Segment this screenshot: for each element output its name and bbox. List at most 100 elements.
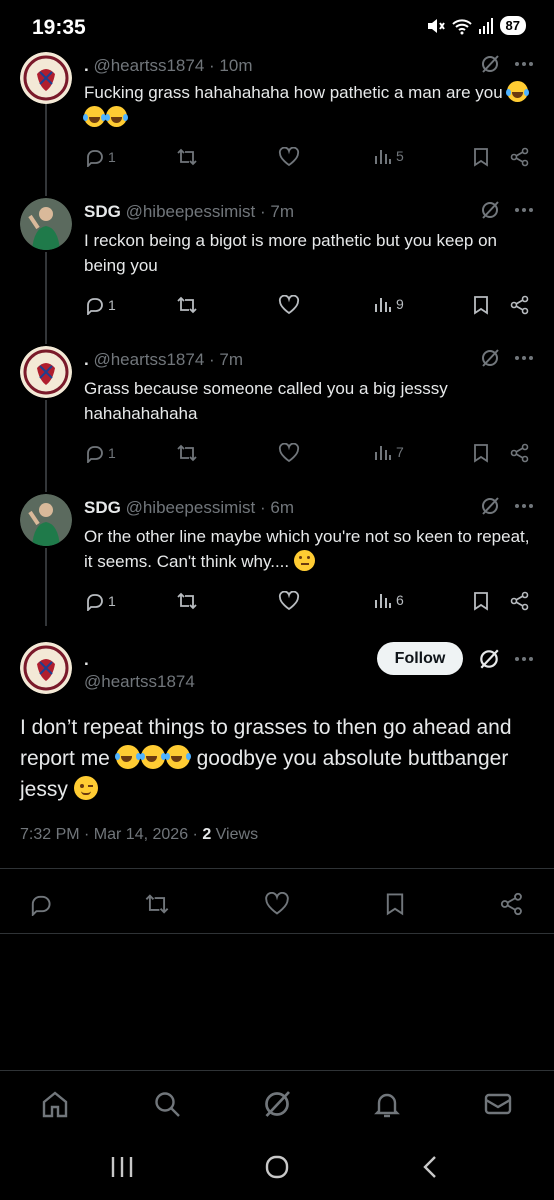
more-icon[interactable]	[514, 503, 534, 509]
tweet-text: Grass because someone called you a big j…	[84, 379, 448, 423]
home-button-icon[interactable]	[264, 1154, 290, 1180]
divider	[0, 868, 554, 869]
share-button[interactable]	[510, 591, 530, 611]
thread-line	[45, 252, 47, 344]
handle[interactable]: @hibeepessimist	[126, 202, 256, 221]
notifications-icon[interactable]	[372, 1089, 402, 1119]
display-name[interactable]: SDG	[84, 498, 121, 517]
bookmark-button[interactable]	[472, 591, 490, 611]
like-button[interactable]	[278, 591, 300, 611]
tweet-timestamp: 7:32 PM · Mar 14, 2026 ·	[20, 826, 203, 843]
more-icon[interactable]	[514, 656, 534, 662]
repost-button[interactable]	[176, 295, 198, 315]
repost-button[interactable]	[176, 443, 198, 463]
share-button[interactable]	[510, 295, 530, 315]
grok-icon[interactable]	[480, 54, 500, 74]
more-icon[interactable]	[514, 61, 534, 67]
tears-of-joy-emoji	[506, 81, 530, 102]
reply-button[interactable]: 1	[84, 147, 116, 167]
avatar-hearts[interactable]	[20, 642, 72, 694]
tears-of-joy-emoji	[164, 745, 191, 769]
messages-icon[interactable]	[483, 1089, 513, 1119]
display-name[interactable]: .	[84, 350, 89, 369]
handle[interactable]: @heartss1874	[84, 672, 195, 692]
repost-icon	[177, 296, 197, 314]
reply-icon	[87, 594, 103, 611]
back-icon[interactable]	[420, 1154, 440, 1180]
display-name[interactable]: .	[84, 650, 89, 670]
more-icon[interactable]	[514, 355, 534, 361]
share-button[interactable]	[510, 147, 530, 167]
tweet-text: I reckon being a bigot is more pathetic …	[84, 231, 497, 275]
like-button[interactable]	[278, 147, 300, 167]
views-button[interactable]: 7	[374, 443, 404, 461]
views-button[interactable]: 6	[374, 591, 404, 609]
grok-icon[interactable]	[262, 1089, 292, 1119]
handle[interactable]: @hibeepessimist	[126, 498, 256, 517]
reply-button[interactable]: 1	[84, 443, 116, 463]
repost-icon	[177, 148, 197, 166]
views-icon	[375, 298, 391, 312]
handle[interactable]: @heartss1874	[93, 350, 204, 369]
bookmark-icon	[474, 148, 488, 167]
bookmark-button[interactable]	[472, 443, 490, 463]
reply-icon[interactable]	[28, 892, 52, 916]
grok-icon[interactable]	[480, 348, 500, 368]
tweet-header: SDG @hibeepessimist · 6m	[84, 498, 295, 517]
tweet-tools	[480, 54, 534, 74]
bookmark-button[interactable]	[472, 147, 490, 167]
reply-button[interactable]: 1	[84, 591, 116, 611]
heart-icon	[278, 147, 300, 167]
avatar-sdg[interactable]	[20, 494, 72, 546]
repost-button[interactable]	[176, 591, 198, 611]
grok-icon[interactable]	[480, 200, 500, 220]
reply-count: 1	[108, 297, 116, 313]
avatar-sdg[interactable]	[20, 198, 72, 250]
share-button[interactable]	[510, 443, 530, 463]
tweet-time: 7m	[219, 350, 244, 369]
tears-of-joy-emoji	[105, 106, 128, 127]
tears-of-joy-emoji	[139, 745, 166, 769]
heart-icon	[278, 443, 300, 463]
search-icon[interactable]	[152, 1089, 182, 1119]
like-button[interactable]	[278, 295, 300, 315]
avatar-hearts[interactable]	[20, 52, 72, 104]
display-name[interactable]: SDG	[84, 202, 121, 221]
reply-button[interactable]: 1	[84, 295, 116, 315]
main-tweet-text: I don’t repeat things to grasses to then…	[20, 712, 534, 805]
views-button[interactable]: 9	[374, 295, 404, 313]
tweet-text-content: Fucking grass hahahahaha how pathetic a …	[84, 83, 503, 102]
bottom-nav	[0, 1070, 554, 1136]
grok-icon[interactable]	[480, 496, 500, 516]
tears-of-joy-emoji	[83, 106, 106, 127]
views-icon	[375, 594, 391, 608]
follow-button[interactable]: Follow	[377, 642, 463, 675]
recents-icon[interactable]	[110, 1154, 134, 1180]
reply-icon	[87, 150, 103, 167]
repost-icon[interactable]	[144, 892, 170, 916]
action-row: 1 9	[84, 295, 534, 317]
repost-button[interactable]	[176, 147, 198, 167]
grok-icon[interactable]	[478, 648, 500, 670]
bookmark-icon[interactable]	[384, 892, 406, 916]
tweet-tools	[480, 496, 534, 516]
views-count: 7	[396, 444, 404, 460]
home-icon[interactable]	[40, 1089, 70, 1119]
share-icon	[510, 147, 529, 167]
thinking-face-emoji	[293, 550, 315, 571]
views-icon	[375, 446, 391, 460]
tweet-text: Or the other line maybe which you're not…	[84, 524, 534, 574]
tweet-text: Fucking grass hahahahaha how pathetic a …	[83, 80, 534, 130]
handle[interactable]: @heartss1874	[93, 56, 204, 75]
display-name[interactable]: .	[84, 56, 89, 75]
avatar-hearts[interactable]	[20, 346, 72, 398]
reply-count: 1	[108, 445, 116, 461]
share-icon[interactable]	[500, 892, 524, 916]
bookmark-icon	[474, 296, 488, 315]
like-button[interactable]	[278, 443, 300, 463]
views-button[interactable]: 5	[374, 147, 404, 165]
mute-icon	[427, 18, 445, 33]
bookmark-button[interactable]	[472, 295, 490, 315]
heart-icon[interactable]	[264, 892, 290, 916]
more-icon[interactable]	[514, 207, 534, 213]
